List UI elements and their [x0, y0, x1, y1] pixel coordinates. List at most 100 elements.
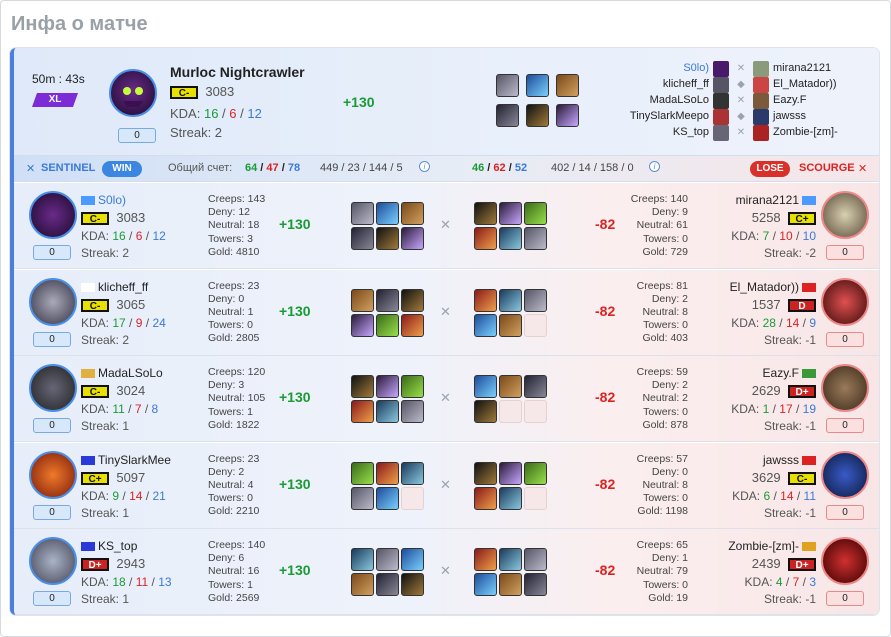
item-icon[interactable] [499, 202, 522, 225]
match-duration: 50m : 43s [32, 72, 85, 86]
item-icon[interactable] [351, 573, 374, 596]
roster-player[interactable]: Zombie-[zm]- [773, 126, 838, 138]
hero-avatar[interactable] [821, 364, 869, 412]
roster-player[interactable]: jawsss [773, 110, 806, 122]
item-icon[interactable] [351, 461, 374, 485]
roster-player[interactable]: TinySlarkMeepo [574, 110, 709, 122]
item-icon[interactable] [474, 202, 497, 225]
item-icon[interactable] [499, 486, 522, 510]
item-icon[interactable] [474, 375, 497, 398]
roster-player[interactable]: Eazy.F [773, 94, 806, 106]
item-icon[interactable] [401, 548, 424, 571]
info-icon[interactable]: i [419, 161, 430, 172]
item-icon[interactable] [351, 202, 374, 225]
item-icon[interactable] [474, 313, 497, 337]
item-icon[interactable] [496, 74, 519, 97]
item-icon[interactable] [474, 573, 497, 596]
item-icon[interactable] [376, 400, 399, 423]
item-icon[interactable] [499, 461, 522, 485]
item-icon[interactable] [376, 486, 399, 510]
roster-player[interactable]: klicheff_ff [574, 78, 709, 90]
player-name[interactable]: TinySlarkMee [98, 453, 171, 467]
item-icon [524, 400, 547, 423]
item-icon[interactable] [351, 288, 374, 312]
item-icon[interactable] [524, 573, 547, 596]
roster-player[interactable]: S0lo) [574, 62, 709, 74]
player-streak: Streak: -1 [763, 419, 816, 433]
hero-avatar[interactable] [821, 277, 869, 326]
rank-badge: D+ [788, 385, 816, 399]
item-icon[interactable] [499, 573, 522, 596]
item-icon[interactable] [376, 227, 399, 250]
stat-line: Deny: 12 [208, 206, 251, 219]
hero-avatar[interactable] [821, 537, 869, 585]
hero-avatar[interactable] [29, 364, 77, 412]
player-name[interactable]: S0lo) [98, 193, 126, 207]
player-name[interactable]: El_Matador)) [730, 280, 799, 294]
item-icon[interactable] [499, 313, 522, 337]
player-name[interactable]: Zombie-[zm]- [728, 539, 799, 553]
item-icon[interactable] [401, 375, 424, 398]
item-icon[interactable] [526, 104, 549, 127]
player-name[interactable]: Eazy.F [763, 366, 799, 380]
item-icon[interactable] [474, 461, 497, 485]
item-icon[interactable] [474, 400, 497, 423]
item-icon[interactable] [401, 573, 424, 596]
item-icon[interactable] [474, 548, 497, 571]
item-icon[interactable] [376, 313, 399, 337]
item-icon[interactable] [474, 227, 497, 250]
item-icon[interactable] [401, 313, 424, 337]
item-icon[interactable] [524, 288, 547, 312]
hero-avatar[interactable] [29, 191, 77, 239]
roster-player[interactable]: MadaLSoLo [574, 94, 709, 106]
item-icon[interactable] [376, 573, 399, 596]
roster-player[interactable]: El_Matador)) [773, 78, 837, 90]
item-icon[interactable] [524, 375, 547, 398]
item-icon[interactable] [524, 227, 547, 250]
hero-avatar[interactable] [821, 191, 869, 239]
item-icon[interactable] [376, 375, 399, 398]
item-icon[interactable] [526, 74, 549, 97]
stat-line: Neutral: 4 [208, 478, 254, 491]
item-icon[interactable] [376, 548, 399, 571]
roster-player[interactable]: KS_top [574, 126, 709, 138]
player-name[interactable]: jawsss [763, 453, 799, 467]
info-icon[interactable]: i [649, 161, 660, 172]
hero-avatar[interactable] [29, 537, 77, 585]
item-icon[interactable] [499, 375, 522, 398]
item-icon[interactable] [351, 227, 374, 250]
mvp-name[interactable]: Murloc Nightcrawler [170, 64, 305, 80]
mvp-hero-avatar[interactable] [109, 69, 157, 117]
item-icon[interactable] [524, 461, 547, 485]
item-icon[interactable] [499, 227, 522, 250]
item-icon[interactable] [524, 202, 547, 225]
player-name[interactable]: mirana2121 [736, 193, 799, 207]
player-name[interactable]: klicheff_ff [98, 280, 148, 294]
item-icon[interactable] [376, 461, 399, 485]
item-icon[interactable] [474, 288, 497, 312]
hero-avatar[interactable] [29, 450, 77, 499]
item-icon[interactable] [351, 486, 374, 510]
item-icon[interactable] [401, 400, 424, 423]
item-icon[interactable] [496, 104, 519, 127]
roster-player[interactable]: mirana2121 [773, 62, 831, 74]
item-icon[interactable] [401, 288, 424, 312]
item-icon[interactable] [499, 548, 522, 571]
hero-avatar[interactable] [821, 450, 869, 499]
item-icon[interactable] [376, 288, 399, 312]
item-icon[interactable] [401, 202, 424, 225]
item-icon[interactable] [524, 548, 547, 571]
player-streak: Streak: 2 [81, 246, 130, 260]
player-name[interactable]: MadaLSoLo [98, 366, 163, 380]
item-icon[interactable] [351, 313, 374, 337]
hero-avatar[interactable] [29, 277, 77, 326]
item-icon[interactable] [401, 227, 424, 250]
player-name[interactable]: KS_top [98, 539, 137, 553]
item-icon[interactable] [376, 202, 399, 225]
item-icon[interactable] [351, 548, 374, 571]
item-icon[interactable] [401, 461, 424, 485]
item-icon[interactable] [499, 288, 522, 312]
item-icon[interactable] [351, 400, 374, 423]
item-icon[interactable] [474, 486, 497, 510]
item-icon[interactable] [351, 375, 374, 398]
